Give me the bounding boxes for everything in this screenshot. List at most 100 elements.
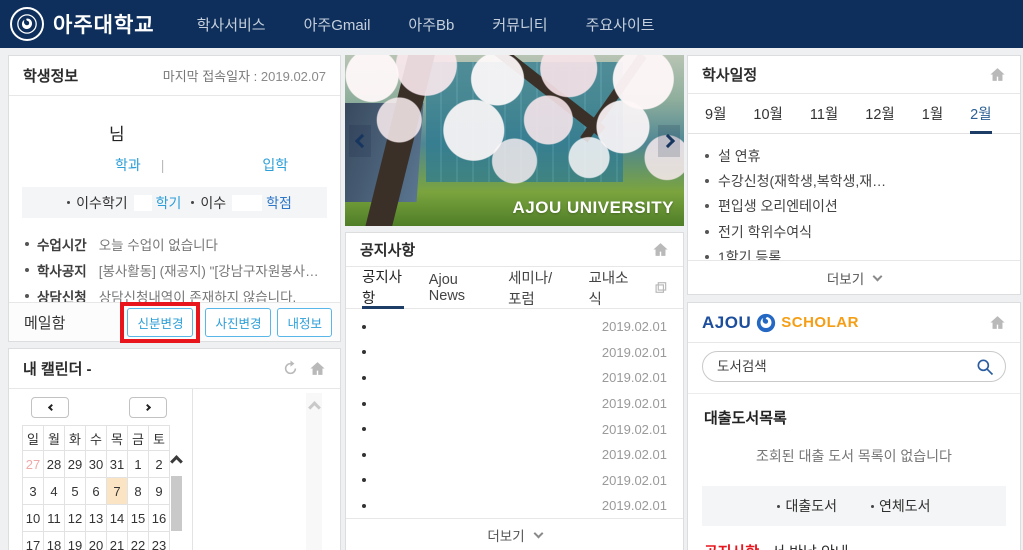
calendar-day[interactable]: 13 (86, 505, 107, 532)
notice-item[interactable]: 2019.02.01 (362, 391, 667, 417)
academic-schedule-panel: 학사일정 9월 10월 11월 12월 1월 2월 설 연휴 수강신청(재학생,… (687, 55, 1021, 295)
notice-item[interactable]: 2019.02.01 (362, 468, 667, 494)
notice-item[interactable]: 2019.02.01 (362, 340, 667, 366)
mailbox-row: 메일함 신분변경 사진변경 내정보 (9, 302, 340, 341)
tab-month-feb[interactable]: 2월 (970, 95, 991, 134)
notice-list: 2019.02.01 2019.02.01 2019.02.01 2019.02… (346, 309, 683, 519)
menu-item-community[interactable]: 커뮤니티 (492, 14, 547, 35)
notice-item[interactable]: 2019.02.01 (362, 314, 667, 340)
carousel-next-button[interactable] (658, 125, 680, 157)
calendar-day[interactable]: 30 (86, 451, 107, 478)
calendar-day[interactable]: 14 (107, 505, 128, 532)
main-menu: 학사서비스 아주Gmail 아주Bb 커뮤니티 주요사이트 (197, 14, 655, 35)
photo-change-button[interactable]: 사진변경 (205, 308, 271, 337)
tab-seminar-forum[interactable]: 세미나/포럼 (508, 267, 563, 308)
calendar-day[interactable]: 8 (128, 478, 149, 505)
notice-item[interactable]: 2019.02.01 (362, 416, 667, 442)
notice-item[interactable]: 2019.02.01 (362, 442, 667, 468)
calendar-day[interactable]: 22 (128, 532, 149, 550)
scholar-panel: AJOU SCHOLAR 대출도서목록 조회된 대출 도서 목록이 없습니다 대… (687, 302, 1021, 550)
calendar-day[interactable]: 19 (65, 532, 86, 550)
schedule-item[interactable]: 수강신청(재학생,복학생,재… (705, 168, 1003, 193)
schedule-item[interactable]: 전기 학위수여식 (705, 219, 1003, 244)
university-emblem-icon (10, 7, 44, 41)
schedule-list: 설 연휴 수강신청(재학생,복학생,재… 편입생 오리엔테이션 전기 학위수여식… (688, 134, 1020, 270)
tab-month-nov[interactable]: 11월 (810, 94, 838, 133)
carousel-prev-button[interactable] (349, 125, 371, 157)
schedule-item[interactable]: 편입생 오리엔테이션 (705, 194, 1003, 219)
chevron-up-icon[interactable] (308, 401, 321, 414)
calendar-day[interactable]: 1 (128, 451, 149, 478)
scholar-logo[interactable]: AJOU SCHOLAR (702, 312, 859, 334)
home-icon[interactable] (989, 66, 1006, 83)
calendar-day[interactable]: 5 (65, 478, 86, 505)
calendar-grid: 일 월 화 수 목 금 토 27 28 29 30 31 1 2 (22, 425, 170, 550)
admission-link[interactable]: 입학 (262, 155, 288, 175)
home-icon[interactable] (309, 360, 326, 377)
open-window-icon[interactable] (655, 280, 667, 295)
calendar-day[interactable]: 31 (107, 451, 128, 478)
tab-month-oct[interactable]: 10월 (753, 94, 782, 133)
tab-ajou-news[interactable]: Ajou News (429, 267, 483, 308)
calendar-day[interactable]: 18 (44, 532, 65, 550)
calendar-day-today[interactable]: 7 (107, 478, 128, 505)
menu-item-academic-services[interactable]: 학사서비스 (197, 14, 266, 35)
scrollbar-thumb[interactable] (171, 476, 182, 531)
notice-item[interactable]: 2019.02.01 (362, 493, 667, 519)
mailbox-label[interactable]: 메일함 (24, 312, 120, 333)
banner-caption: AJOU UNIVERSITY (513, 198, 674, 218)
search-icon[interactable] (975, 357, 995, 377)
mini-calendar: 일 월 화 수 목 금 토 27 28 29 30 31 1 2 (9, 389, 193, 550)
redacted-dept (87, 158, 101, 172)
tab-month-jan[interactable]: 1월 (922, 94, 943, 133)
tab-notices[interactable]: 공지사항 (362, 268, 404, 309)
identity-change-button[interactable]: 신분변경 (127, 308, 193, 337)
calendar-day[interactable]: 28 (44, 451, 65, 478)
library-notice-link[interactable]: 서 반납 안내 (771, 541, 848, 550)
calendar-day[interactable]: 21 (107, 532, 128, 550)
calendar-day[interactable]: 3 (23, 478, 44, 505)
calendar-next-button[interactable] (129, 397, 167, 418)
calendar-scrollbar (169, 457, 183, 550)
university-logo[interactable]: 아주대학교 (10, 7, 155, 41)
scroll-up-arrow-icon[interactable] (170, 455, 183, 468)
calendar-prev-button[interactable] (31, 397, 69, 418)
home-icon[interactable] (989, 314, 1006, 331)
calendar-day[interactable]: 11 (44, 505, 65, 532)
overdue-books-link[interactable]: 연체도서 (871, 496, 931, 516)
calendar-title: 내 캘린더 - (23, 358, 92, 379)
loaned-books-link[interactable]: 대출도서 (777, 496, 837, 516)
calendar-day[interactable]: 29 (65, 451, 86, 478)
menu-item-ajou-gmail[interactable]: 아주Gmail (304, 14, 371, 35)
menu-item-major-sites[interactable]: 주요사이트 (586, 14, 655, 35)
month-tab-bar: 9월 10월 11월 12월 1월 2월 (688, 94, 1020, 134)
tab-month-sep[interactable]: 9월 (705, 94, 726, 133)
notice-item[interactable]: 2019.02.01 (362, 365, 667, 391)
tab-month-dec[interactable]: 12월 (865, 94, 894, 133)
tab-campus-news[interactable]: 교내소식 (588, 267, 630, 308)
department-link[interactable]: 학과 (115, 155, 141, 175)
calendar-body: 일 월 화 수 목 금 토 27 28 29 30 31 1 2 (9, 389, 340, 550)
calendar-day[interactable]: 12 (65, 505, 86, 532)
home-icon[interactable] (652, 241, 669, 258)
calendar-day[interactable]: 6 (86, 478, 107, 505)
calendar-day[interactable]: 9 (149, 478, 170, 505)
notices-more-button[interactable]: 더보기 (346, 518, 683, 550)
calendar-day[interactable]: 16 (149, 505, 170, 532)
last-access-date: 마지막 접속일자 : 2019.02.07 (163, 66, 326, 85)
menu-item-ajou-bb[interactable]: 아주Bb (408, 14, 454, 35)
schedule-more-button[interactable]: 더보기 (688, 260, 1020, 294)
book-search-input[interactable] (717, 352, 977, 381)
calendar-day[interactable]: 10 (23, 505, 44, 532)
calendar-day[interactable]: 20 (86, 532, 107, 550)
calendar-day[interactable]: 27 (23, 451, 44, 478)
calendar-day[interactable]: 17 (23, 532, 44, 550)
calendar-day[interactable]: 4 (44, 478, 65, 505)
calendar-day[interactable]: 23 (149, 532, 170, 550)
academic-notice-link[interactable]: [봉사활동] (재공지) "[강남구자원봉사센터]… (99, 260, 324, 280)
calendar-day[interactable]: 15 (128, 505, 149, 532)
schedule-item[interactable]: 설 연휴 (705, 143, 1003, 168)
calendar-day[interactable]: 2 (149, 451, 170, 478)
refresh-icon[interactable] (282, 360, 299, 377)
my-info-button[interactable]: 내정보 (277, 308, 332, 337)
